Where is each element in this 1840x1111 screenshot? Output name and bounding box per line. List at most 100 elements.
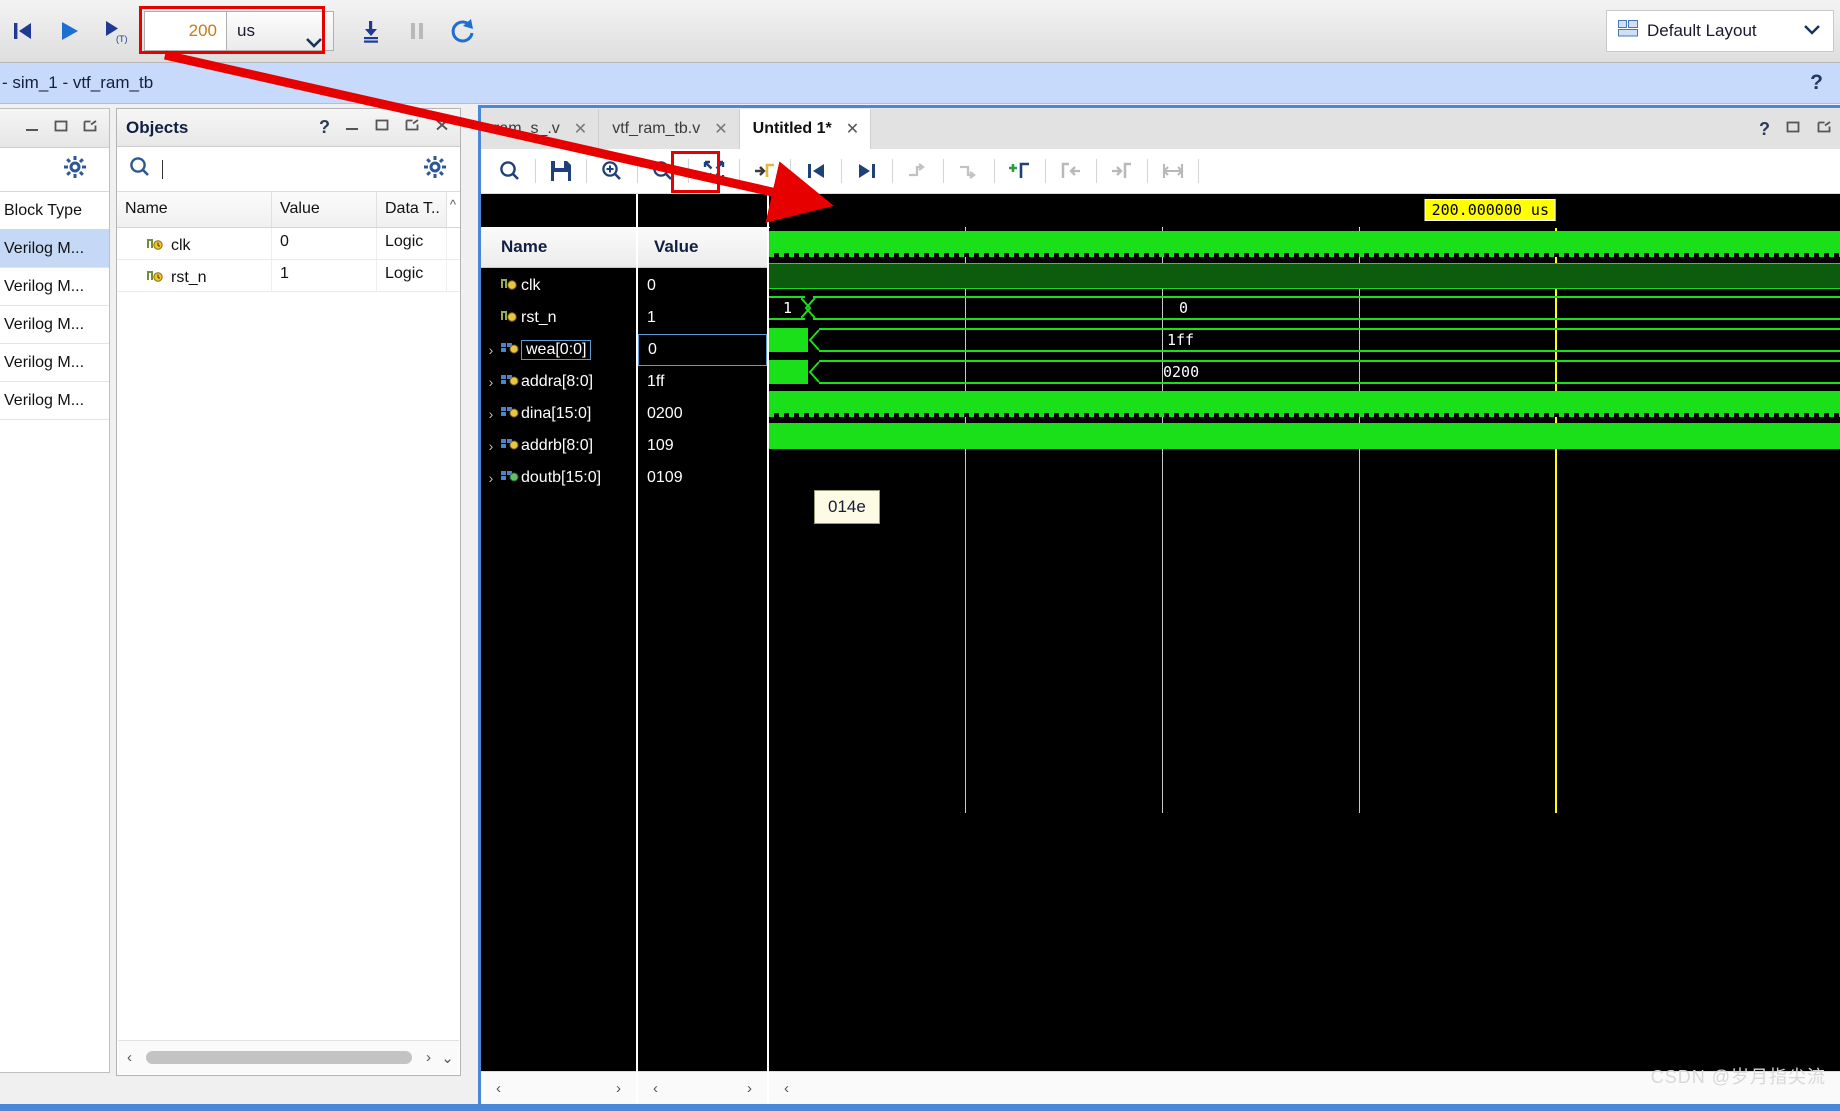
pause-button[interactable] xyxy=(394,8,440,54)
layout-select[interactable]: Default Layout xyxy=(1606,10,1834,52)
help-icon[interactable]: ? xyxy=(319,117,330,138)
scroll-down-icon[interactable]: ⌄ xyxy=(440,1049,455,1067)
block-type-list: Verilog M... Verilog M... Verilog M... V… xyxy=(0,230,109,420)
zoom-fit-icon xyxy=(703,160,725,182)
signal-row-addrb[interactable]: › addrb[8:0] xyxy=(481,430,636,462)
signal-name: clk xyxy=(171,237,191,254)
tab-vtf-ram-tb-v[interactable]: vtf_ram_tb.v ✕ xyxy=(599,109,740,149)
wave-signal-icon xyxy=(501,276,519,296)
expander-icon[interactable]: › xyxy=(481,406,501,422)
add-group-button[interactable] xyxy=(947,151,991,191)
tab-close-icon[interactable]: ✕ xyxy=(574,119,587,139)
prev-marker-button[interactable] xyxy=(1049,151,1093,191)
objects-panel: Objects ? Name Value Data T.. clk 0 Logi… xyxy=(116,108,461,1076)
goto-end-button[interactable] xyxy=(845,151,889,191)
sim-time-unit-label: us xyxy=(237,21,255,40)
add-marker-button[interactable] xyxy=(998,151,1042,191)
run-all-button[interactable] xyxy=(46,8,92,54)
column-header-datatype[interactable]: Data T.. xyxy=(377,192,447,227)
measure-button[interactable] xyxy=(1151,151,1195,191)
measure-icon xyxy=(1162,164,1184,178)
maximize-icon[interactable] xyxy=(1785,120,1801,139)
goto-start-button[interactable] xyxy=(794,151,838,191)
signal-row-dina[interactable]: › dina[15:0] xyxy=(481,398,636,430)
save-button[interactable] xyxy=(539,151,583,191)
tab-close-icon[interactable]: ✕ xyxy=(846,119,859,139)
block-type-row[interactable]: Verilog M... xyxy=(0,344,109,382)
float-icon[interactable] xyxy=(404,118,420,137)
scroll-right-icon[interactable]: › xyxy=(742,1080,757,1097)
column-header-name[interactable]: Name xyxy=(117,192,272,227)
column-header-name[interactable]: Name xyxy=(481,227,636,268)
names-horizontal-scrollbar[interactable]: ‹ › xyxy=(481,1071,636,1105)
step-button[interactable] xyxy=(348,8,394,54)
objects-search-row[interactable] xyxy=(117,147,460,192)
float-icon[interactable] xyxy=(82,119,98,138)
help-icon[interactable]: ? xyxy=(1759,119,1770,140)
signal-value: 0 xyxy=(647,277,656,294)
objects-panel-title: Objects xyxy=(126,117,189,137)
expander-icon[interactable]: › xyxy=(481,342,501,358)
block-type-row[interactable]: Verilog M... xyxy=(0,306,109,344)
minimize-icon[interactable] xyxy=(344,118,360,137)
add-marker-icon xyxy=(1009,162,1029,178)
waveform-canvas[interactable]: 200.000000 us 0 us 50 us 100 us 150 us xyxy=(767,194,1840,1105)
objects-titlebar: Objects ? xyxy=(117,109,460,147)
signal-name: addrb[8:0] xyxy=(521,437,594,454)
zoom-out-button[interactable] xyxy=(641,151,685,191)
next-marker-button[interactable] xyxy=(1100,151,1144,191)
scroll-left-icon[interactable]: ‹ xyxy=(648,1080,663,1097)
scroll-right-icon[interactable]: › xyxy=(611,1080,626,1097)
restart-button[interactable] xyxy=(0,8,46,54)
block-type-row[interactable]: Verilog M... xyxy=(0,382,109,420)
sim-time-input[interactable]: 200 xyxy=(144,11,226,51)
table-row[interactable]: rst_n 1 Logic xyxy=(117,260,460,292)
scroll-up-icon[interactable]: ^ xyxy=(450,197,456,212)
cursor-time-label: 200.000000 us xyxy=(1424,199,1556,221)
block-type-row[interactable]: Verilog M... xyxy=(0,268,109,306)
values-horizontal-scrollbar[interactable]: ‹ › xyxy=(638,1071,767,1105)
maximize-icon[interactable] xyxy=(374,118,390,137)
prev-transition-icon xyxy=(808,164,824,178)
zoom-in-button[interactable] xyxy=(590,151,634,191)
add-divider-button[interactable] xyxy=(896,151,940,191)
tab-label: Untitled 1* xyxy=(752,120,832,137)
scroll-left-icon[interactable]: ‹ xyxy=(491,1080,506,1097)
maximize-icon[interactable] xyxy=(53,119,69,138)
expander-icon[interactable]: › xyxy=(481,374,501,390)
waveform-plot[interactable]: 1 0 1ff 0200 014e xyxy=(769,228,1840,1105)
tab-ram-v[interactable]: ram_s_.v ✕ xyxy=(481,109,600,149)
scroll-left-icon[interactable]: ‹ xyxy=(122,1049,137,1066)
objects-horizontal-scrollbar[interactable]: ‹ › ⌄ xyxy=(118,1040,459,1074)
scroll-right-icon[interactable]: › xyxy=(421,1049,436,1066)
wave-row-wea: 1 0 xyxy=(769,292,1840,324)
expander-icon[interactable]: › xyxy=(481,438,501,454)
signal-row-clk[interactable]: clk xyxy=(481,270,636,302)
signal-row-addra[interactable]: › addra[8:0] xyxy=(481,366,636,398)
table-row[interactable]: clk 0 Logic xyxy=(117,228,460,260)
column-header-value[interactable]: Value xyxy=(638,227,767,268)
close-icon[interactable] xyxy=(434,118,450,137)
minimize-icon[interactable] xyxy=(24,119,40,138)
block-type-column-header: Block Type xyxy=(0,192,109,230)
gear-icon[interactable] xyxy=(64,156,86,183)
block-type-row[interactable]: Verilog M... xyxy=(0,230,109,268)
scroll-left-icon[interactable]: ‹ xyxy=(779,1080,794,1097)
tab-close-icon[interactable]: ✕ xyxy=(714,119,727,139)
float-icon[interactable] xyxy=(1816,120,1832,139)
goto-time-button[interactable] xyxy=(743,151,787,191)
signal-row-rst_n[interactable]: rst_n xyxy=(481,302,636,334)
zoom-fit-button[interactable] xyxy=(692,151,736,191)
help-icon[interactable]: ? xyxy=(1810,71,1823,95)
run-for-time-button[interactable]: (T) xyxy=(92,8,138,54)
column-header-value[interactable]: Value xyxy=(272,192,377,227)
signal-row-wea[interactable]: › wea[0:0] xyxy=(481,334,636,366)
gear-icon[interactable] xyxy=(424,155,446,183)
tab-untitled-1[interactable]: Untitled 1* ✕ xyxy=(739,109,872,149)
signal-row-doutb[interactable]: › doutb[15:0] xyxy=(481,462,636,494)
sim-time-unit-select[interactable]: us xyxy=(226,11,334,51)
scrollbar-thumb[interactable] xyxy=(146,1051,412,1064)
search-button[interactable] xyxy=(488,151,532,191)
relaunch-button[interactable] xyxy=(440,8,486,54)
expander-icon[interactable]: › xyxy=(481,470,501,486)
